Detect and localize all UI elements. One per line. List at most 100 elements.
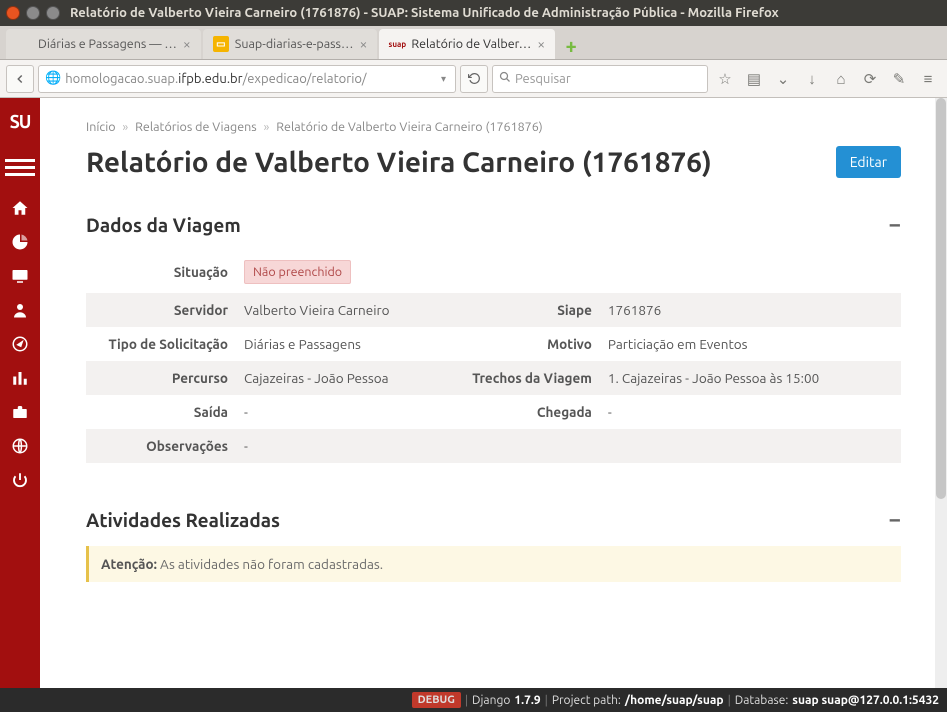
collapse-toggle[interactable]: − xyxy=(889,507,901,532)
globe-icon: 🌐 xyxy=(45,71,61,86)
sidebar-menu-toggle[interactable] xyxy=(5,166,35,169)
field-label: Situação xyxy=(86,251,236,293)
field-value: - xyxy=(236,395,450,429)
section-title: Dados da Viagem xyxy=(86,214,241,236)
field-label: Observações xyxy=(86,429,236,463)
table-row: Situação Não preenchido xyxy=(86,251,901,293)
field-value: - xyxy=(600,395,901,429)
edit-icon[interactable]: ✎ xyxy=(886,66,912,92)
sync-icon[interactable]: ⟳ xyxy=(857,66,883,92)
debug-db-value: suap suap@127.0.0.1:5432 xyxy=(792,694,939,707)
table-row: Servidor Valberto Vieira Carneiro Siape … xyxy=(86,293,901,327)
browser-tab-1[interactable]: ▭ Suap-diarias-e-pass… × xyxy=(203,29,378,59)
menu-icon[interactable]: ≡ xyxy=(915,66,941,92)
favicon-slides-icon: ▭ xyxy=(213,36,229,52)
close-tab-icon[interactable]: × xyxy=(359,36,367,52)
new-tab-button[interactable]: + xyxy=(557,31,585,59)
table-row: Observações - xyxy=(86,429,901,463)
debug-tag: DEBUG xyxy=(412,692,461,708)
vertical-scrollbar[interactable] xyxy=(935,98,947,688)
toolbar-icons: ☆ ▤ ⌄ ↓ ⌂ ⟳ ✎ ≡ xyxy=(712,66,941,92)
home-icon[interactable]: ⌂ xyxy=(828,66,854,92)
field-value: Valberto Vieira Carneiro xyxy=(236,293,450,327)
app-sidebar: SU xyxy=(0,98,40,688)
reload-button[interactable] xyxy=(460,65,488,93)
sidebar-globe-icon[interactable] xyxy=(0,429,40,463)
search-bar[interactable]: Pesquisar xyxy=(492,65,708,93)
field-value: 1761876 xyxy=(600,293,901,327)
field-value: - xyxy=(236,429,901,463)
field-value: Não preenchido xyxy=(236,251,901,293)
edit-button[interactable]: Editar xyxy=(836,146,901,178)
browser-tab-0[interactable]: Diárias e Passagens — … × xyxy=(6,29,201,59)
downloads-icon[interactable]: ↓ xyxy=(799,66,825,92)
field-label: Percurso xyxy=(86,361,236,395)
sidebar-home-icon[interactable] xyxy=(0,191,40,225)
sidebar-pie-icon[interactable] xyxy=(0,225,40,259)
browser-tabstrip: Diárias e Passagens — … × ▭ Suap-diarias… xyxy=(0,26,947,60)
pocket-icon[interactable]: ⌄ xyxy=(770,66,796,92)
window-titlebar: Relatório de Valberto Vieira Carneiro (1… xyxy=(0,0,947,26)
breadcrumb-item[interactable]: Relatórios de Viagens xyxy=(135,120,257,134)
tab-label: Diárias e Passagens — … xyxy=(38,37,177,51)
table-row: Tipo de Solicitação Diárias e Passagens … xyxy=(86,327,901,361)
breadcrumb: Início » Relatórios de Viagens » Relatór… xyxy=(86,120,901,134)
django-debug-toolbar: DEBUG | Django 1.7.9 | Project path: /ho… xyxy=(0,688,947,712)
content-row: SU Início » Relatórios de Viagens » Rela… xyxy=(0,98,947,688)
url-domain: ifpb.edu.br xyxy=(178,72,242,86)
debug-path-value: /home/suap/suap xyxy=(625,694,724,707)
field-label: Trechos da Viagem xyxy=(450,361,600,395)
favicon-generic xyxy=(16,36,32,52)
clipboard-icon[interactable]: ▤ xyxy=(741,66,767,92)
page-title: Relatório de Valberto Vieira Carneiro (1… xyxy=(86,147,712,178)
bookmark-star-icon[interactable]: ☆ xyxy=(712,66,738,92)
tab-label: Suap-diarias-e-pass… xyxy=(235,37,354,51)
section-dados-viagem: Dados da Viagem − Situação Não preenchid… xyxy=(86,212,901,463)
sidebar-chart-icon[interactable] xyxy=(0,361,40,395)
field-label: Motivo xyxy=(450,327,600,361)
field-value: Particiação em Eventos xyxy=(600,327,901,361)
url-bar[interactable]: 🌐 homologacao.suap.ifpb.edu.br/expedicao… xyxy=(38,65,456,93)
window-controls xyxy=(6,6,60,20)
search-icon xyxy=(499,71,511,86)
breadcrumb-item[interactable]: Início xyxy=(86,120,116,134)
close-tab-icon[interactable]: × xyxy=(537,36,545,52)
debug-django-label: Django xyxy=(472,694,510,707)
breadcrumb-current: Relatório de Valberto Vieira Carneiro (1… xyxy=(276,120,542,134)
scrollbar-thumb[interactable] xyxy=(936,98,946,499)
window-maximize-button[interactable] xyxy=(46,6,60,20)
url-prefix: homologacao.suap. xyxy=(65,72,178,86)
status-badge: Não preenchido xyxy=(244,260,351,284)
field-label: Chegada xyxy=(450,395,600,429)
sidebar-brand: SU xyxy=(10,112,31,132)
back-button[interactable] xyxy=(6,65,34,93)
section-title: Atividades Realizadas xyxy=(86,509,280,531)
close-tab-icon[interactable]: × xyxy=(183,36,191,52)
field-label: Tipo de Solicitação xyxy=(86,327,236,361)
warning-label: Atenção: xyxy=(101,556,157,572)
breadcrumb-separator: » xyxy=(264,120,270,134)
field-value: Cajazeiras - João Pessoa xyxy=(236,361,450,395)
sidebar-user-icon[interactable] xyxy=(0,293,40,327)
section-header: Dados da Viagem − xyxy=(86,212,901,237)
sidebar-compass-icon[interactable] xyxy=(0,327,40,361)
dropdown-icon[interactable]: ▾ xyxy=(438,73,449,85)
favicon-suap-icon: suap xyxy=(389,36,405,52)
debug-path-label: Project path: xyxy=(552,694,621,707)
warning-box: Atenção: As atividades não foram cadastr… xyxy=(86,546,901,582)
section-header: Atividades Realizadas − xyxy=(86,507,901,532)
window-close-button[interactable] xyxy=(6,6,20,20)
breadcrumb-separator: » xyxy=(122,120,128,134)
table-row: Percurso Cajazeiras - João Pessoa Trecho… xyxy=(86,361,901,395)
sidebar-monitor-icon[interactable] xyxy=(0,259,40,293)
window-title: Relatório de Valberto Vieira Carneiro (1… xyxy=(70,6,779,20)
field-label: Saída xyxy=(86,395,236,429)
browser-tab-2[interactable]: suap Relatório de Valber… × xyxy=(379,29,555,59)
sidebar-power-icon[interactable] xyxy=(0,463,40,497)
url-path: /expedicao/relatorio/ xyxy=(243,72,367,86)
collapse-toggle[interactable]: − xyxy=(889,212,901,237)
sidebar-briefcase-icon[interactable] xyxy=(0,395,40,429)
window-minimize-button[interactable] xyxy=(26,6,40,20)
field-label: Servidor xyxy=(86,293,236,327)
debug-django-version: 1.7.9 xyxy=(514,694,540,707)
